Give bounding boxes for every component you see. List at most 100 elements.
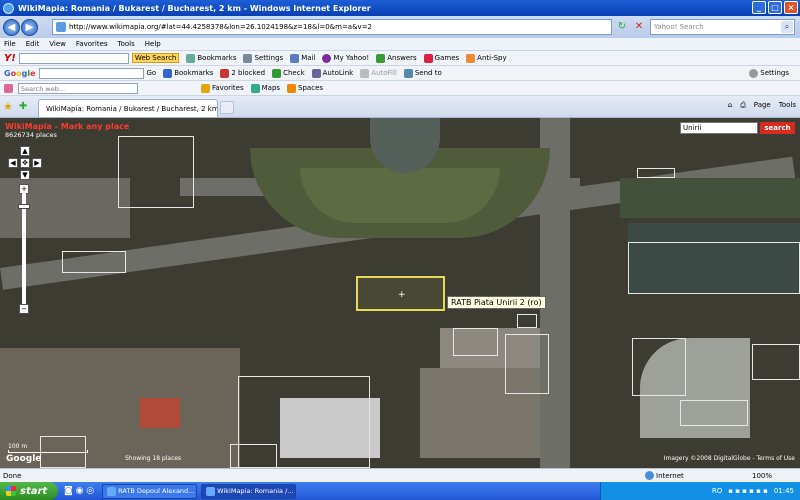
maximize-button[interactable]: □: [768, 1, 782, 14]
place-outline[interactable]: [680, 400, 748, 426]
place-tooltip: RATB Piata Unirii 2 (ro): [447, 296, 546, 309]
tab-wikimapia[interactable]: WikiMapia: Romania / Bukarest / Buchares…: [38, 99, 218, 117]
pan-center-icon[interactable]: ✥: [20, 158, 30, 168]
autofill[interactable]: AutoFill: [360, 68, 397, 78]
pan-right-icon[interactable]: ▶: [32, 158, 42, 168]
map-search-button[interactable]: search: [760, 122, 795, 134]
minimize-button[interactable]: _: [752, 1, 766, 14]
zoom-level[interactable]: 100%: [752, 472, 772, 480]
toolbar-logo-icon: [4, 83, 13, 93]
map-copyright: Showing 18 places: [125, 455, 182, 462]
place-outline[interactable]: [628, 242, 800, 294]
yahoo-mail[interactable]: Mail: [290, 53, 315, 63]
page-menu[interactable]: Page: [754, 101, 771, 110]
close-button[interactable]: ×: [784, 1, 798, 14]
place-outline[interactable]: [517, 314, 537, 328]
wikimapia-header[interactable]: WikiMapia - Mark any place: [5, 122, 129, 131]
spaces-button[interactable]: Spaces: [287, 83, 323, 93]
title-bar: WikiMapia: Romania / Bukarest / Buchares…: [0, 0, 800, 16]
menu-file[interactable]: File: [4, 40, 16, 48]
menu-view[interactable]: View: [49, 40, 66, 48]
home-icon[interactable]: ⌂: [728, 101, 732, 110]
stop-icon[interactable]: ✕: [632, 20, 646, 34]
crosshair-icon: +: [398, 290, 406, 300]
tools-menu[interactable]: Tools: [779, 101, 796, 110]
zoom-out-icon[interactable]: −: [19, 304, 29, 314]
yahoo-settings[interactable]: Settings: [243, 53, 283, 63]
web-search-button[interactable]: Web Search: [131, 53, 180, 63]
map-search-input[interactable]: Unirii: [680, 122, 758, 134]
spell-check[interactable]: Check: [272, 68, 305, 78]
place-outline[interactable]: [62, 251, 126, 273]
yahoo-games[interactable]: Games: [423, 53, 459, 63]
send-to[interactable]: Send to: [403, 68, 442, 78]
google-search-input[interactable]: [38, 67, 144, 79]
trees: [620, 178, 800, 218]
tray-icons[interactable]: ▪ ▪ ▪ ▪ ▪ ▪: [728, 487, 768, 495]
my-yahoo[interactable]: My Yahoo!: [322, 53, 369, 63]
search-toolbar: Search web... Favorites Maps Spaces: [0, 81, 800, 96]
highlighted-place[interactable]: +: [356, 276, 445, 311]
place-outline[interactable]: [230, 444, 277, 468]
address-bar-row: ◀ ▶ http://www.wikimapia.org/#lat=44.425…: [0, 16, 800, 38]
google-settings[interactable]: Settings: [749, 68, 789, 78]
url-text: http://www.wikimapia.org/#lat=44.4258378…: [69, 23, 373, 31]
google-logo: Google: [4, 68, 36, 78]
zoom-slider[interactable]: [22, 192, 26, 314]
place-outline[interactable]: [453, 328, 498, 356]
search-input[interactable]: Yahoo! Search ⌕: [650, 19, 795, 35]
search-icon[interactable]: ⌕: [781, 21, 793, 33]
system-tray: RO ▪ ▪ ▪ ▪ ▪ ▪ 01:45: [600, 482, 800, 500]
satellite-map[interactable]: + RATB Piata Unirii 2 (ro) WikiMapia - M…: [0, 118, 800, 468]
menu-edit[interactable]: Edit: [26, 40, 40, 48]
status-text: Done: [3, 471, 22, 480]
google-map-logo: Google: [6, 454, 42, 464]
task-ratb[interactable]: RATB Depoul Alexand...: [102, 483, 198, 499]
pan-up-icon[interactable]: ▲: [20, 146, 30, 156]
start-button[interactable]: start: [0, 482, 58, 500]
place-outline[interactable]: [637, 168, 675, 178]
yahoo-bookmarks[interactable]: Bookmarks: [186, 53, 236, 63]
favorites-button[interactable]: Favorites: [201, 83, 244, 93]
place-outline[interactable]: [632, 338, 686, 396]
pan-down-icon[interactable]: ▼: [20, 170, 30, 180]
place-outline[interactable]: [752, 344, 800, 380]
favorites-star-icon[interactable]: ★: [3, 100, 13, 113]
print-icon[interactable]: ⎙: [740, 101, 746, 110]
web-search-input[interactable]: Search web...: [18, 82, 138, 94]
menu-tools[interactable]: Tools: [118, 40, 135, 48]
autolink[interactable]: AutoLink: [311, 68, 353, 78]
yahoo-search-input[interactable]: [18, 52, 129, 64]
place-outline[interactable]: [505, 334, 549, 394]
park-inner: [300, 168, 500, 223]
taskbar: start ◙ ◉ ◎ RATB Depoul Alexand... WikiM…: [0, 482, 800, 500]
refresh-icon[interactable]: ↻: [615, 20, 629, 34]
back-button[interactable]: ◀: [3, 18, 20, 36]
clock: 01:45: [773, 487, 794, 495]
maps-button[interactable]: Maps: [250, 83, 280, 93]
zoom-slider-handle[interactable]: [18, 204, 30, 209]
building-red: [140, 398, 180, 428]
browser-window: WikiMapia: Romania / Bukarest / Buchares…: [0, 0, 800, 500]
quick-launch-icon[interactable]: ◙ ◉ ◎: [64, 486, 94, 496]
yahoo-toolbar: Y! Web Search Bookmarks Settings Mail My…: [0, 51, 800, 66]
google-bookmarks[interactable]: Bookmarks: [163, 68, 213, 78]
yahoo-logo: Y!: [4, 52, 16, 64]
new-tab-button[interactable]: [220, 101, 234, 114]
language-indicator[interactable]: RO: [712, 487, 722, 495]
yahoo-answers[interactable]: Answers: [376, 53, 417, 63]
menu-help[interactable]: Help: [145, 40, 161, 48]
menu-favorites[interactable]: Favorites: [76, 40, 108, 48]
forward-button[interactable]: ▶: [21, 18, 38, 36]
place-outline[interactable]: [118, 136, 194, 208]
task-wikimapia[interactable]: WikiMapia: Romania /...: [201, 483, 297, 499]
add-favorite-icon[interactable]: ✚: [19, 101, 27, 112]
address-input[interactable]: http://www.wikimapia.org/#lat=44.4258378…: [52, 19, 612, 35]
zone-indicator: Internet: [645, 471, 684, 480]
ie-icon: [3, 2, 14, 14]
google-go-button[interactable]: Go: [147, 69, 157, 77]
popup-blocker[interactable]: 2 blocked: [220, 68, 265, 78]
imagery-credit[interactable]: Imagery ©2008 DigitalGlobe - Terms of Us…: [664, 455, 795, 462]
pan-left-icon[interactable]: ◀: [8, 158, 18, 168]
yahoo-antispy[interactable]: Anti-Spy: [466, 53, 507, 63]
